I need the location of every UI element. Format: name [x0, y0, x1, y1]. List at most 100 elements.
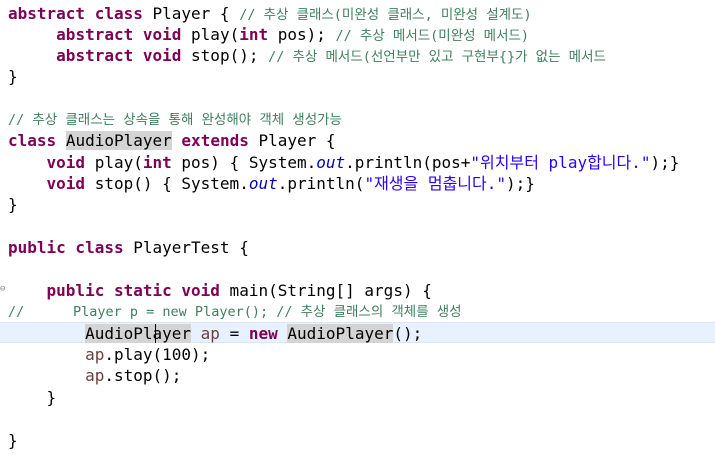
- code-line[interactable]: // Player p = new Player(); // 추상 클래스의 객…: [0, 300, 715, 321]
- code-token: }: [8, 195, 18, 214]
- code-line[interactable]: public class PlayerTest {: [0, 237, 715, 258]
- code-token: PlayerTest {: [123, 238, 249, 257]
- code-comment: // 추상 클래스는 상속을 통해 완성해야 객체 생성가능: [8, 112, 342, 128]
- code-token: .play(100);: [104, 345, 211, 364]
- code-token: Player {: [248, 131, 336, 150]
- code-text: class AudioPlayer extends Player {: [8, 130, 336, 151]
- code-token: =: [219, 324, 249, 343]
- code-editor[interactable]: abstract class Player { // 추상 클래스(미완성 클래…: [0, 0, 715, 467]
- code-token: stop();: [181, 46, 269, 65]
- code-line[interactable]: [0, 87, 715, 108]
- code-text: abstract class Player { // 추상 클래스(미완성 클래…: [8, 3, 532, 26]
- code-line[interactable]: }: [0, 387, 715, 408]
- code-text: ap.play(100);: [8, 344, 210, 365]
- code-line[interactable]: abstract class Player { // 추상 클래스(미완성 클래…: [0, 3, 715, 24]
- current-code-line[interactable]: AudioPlayer ap = new AudioPlayer();: [0, 322, 715, 343]
- code-line[interactable]: [0, 216, 715, 237]
- code-token: out: [316, 153, 346, 172]
- code-token: .println(: [277, 174, 365, 193]
- code-text: AudioPlayer ap = new AudioPlayer();: [8, 323, 422, 344]
- code-comment: // 추상 메서드(미완성 메서드): [335, 28, 530, 44]
- code-token: .println(pos+: [345, 153, 471, 172]
- code-text: abstract void stop(); // 추상 메서드(선언부만 있고 …: [8, 45, 606, 68]
- code-text: public static void main(String[] args) {: [8, 280, 432, 301]
- code-string: "위치부터 play합니다.": [470, 153, 651, 172]
- fold-collapse-icon[interactable]: ⊖: [0, 285, 7, 294]
- code-token: stop() { System.: [85, 174, 249, 193]
- code-text: }: [8, 194, 18, 215]
- code-keyword: class: [8, 131, 57, 150]
- code-token: AudioPlayer: [65, 131, 172, 150]
- code-token: }: [8, 67, 18, 86]
- code-token: AudioPlayer: [287, 324, 394, 343]
- code-text: }: [8, 66, 18, 87]
- code-text: void stop() { System.out.println("재생을 멈춥…: [8, 173, 535, 194]
- code-line[interactable]: void play(int pos) { System.out.println(…: [0, 152, 715, 173]
- code-line[interactable]: }: [0, 194, 715, 215]
- code-text: }: [8, 430, 18, 451]
- code-line[interactable]: }: [0, 430, 715, 451]
- code-comment: // 추상 메서드(선언부만 있고 구현부{}가 없는 메서드: [268, 49, 606, 65]
- code-line[interactable]: class AudioPlayer extends Player {: [0, 130, 715, 151]
- code-keyword: void: [46, 153, 86, 172]
- code-keyword: abstract void: [56, 25, 182, 44]
- code-keyword: int: [142, 153, 172, 172]
- code-line[interactable]: void stop() { System.out.println("재생을 멈춥…: [0, 173, 715, 194]
- code-line[interactable]: [0, 258, 715, 279]
- code-keyword: void: [46, 174, 86, 193]
- code-token: ap: [200, 324, 220, 343]
- code-token: pos);: [268, 25, 336, 44]
- code-text: // Player p = new Player(); // 추상 클래스의 객…: [8, 300, 462, 323]
- code-token: play(: [85, 153, 143, 172]
- code-line[interactable]: ⊖ public static void main(String[] args)…: [0, 280, 715, 301]
- code-keyword: int: [239, 25, 269, 44]
- code-text: void play(int pos) { System.out.println(…: [8, 152, 680, 173]
- code-token: play(: [181, 25, 240, 44]
- code-token: ap: [85, 345, 105, 364]
- code-token: main(String[] args) {: [219, 281, 432, 300]
- code-token: pos) { System.: [171, 153, 317, 172]
- code-line[interactable]: abstract void play(int pos); // 추상 메서드(미…: [0, 24, 715, 45]
- code-line[interactable]: abstract void stop(); // 추상 메서드(선언부만 있고 …: [0, 45, 715, 66]
- code-comment: // 추상 클래스(미완성 클래스, 미완성 설계도): [239, 7, 532, 23]
- code-line[interactable]: ap.play(100);: [0, 344, 715, 365]
- code-keyword: public class: [8, 238, 124, 257]
- code-token: Player {: [142, 4, 240, 23]
- code-text: public class PlayerTest {: [8, 237, 249, 258]
- code-token: .stop();: [104, 366, 182, 385]
- code-keyword: abstract class: [8, 4, 143, 23]
- code-text: ap.stop();: [8, 365, 181, 386]
- code-token: }: [8, 431, 18, 450]
- code-text: // 추상 클래스는 상속을 통해 완성해야 객체 생성가능: [8, 108, 342, 131]
- code-text: }: [8, 387, 57, 408]
- code-keyword: abstract void: [56, 46, 182, 65]
- code-keyword: extends: [181, 131, 249, 150]
- code-token: AudioPlayer: [85, 324, 192, 343]
- text-cursor-icon: [155, 324, 156, 343]
- code-keyword: new: [248, 324, 278, 343]
- code-token: out: [248, 174, 278, 193]
- code-line[interactable]: // 추상 클래스는 상속을 통해 완성해야 객체 생성가능: [0, 108, 715, 129]
- code-string: "재생을 멈춥니다.": [364, 174, 507, 193]
- code-token: ap: [85, 366, 105, 385]
- code-token: ();: [393, 324, 423, 343]
- code-line[interactable]: ap.stop();: [0, 365, 715, 386]
- code-text: abstract void play(int pos); // 추상 메서드(미…: [8, 24, 529, 47]
- code-keyword: public static void: [46, 281, 220, 300]
- code-comment: // Player p = new Player(); // 추상 클래스의 객…: [8, 304, 462, 320]
- code-token: }: [8, 388, 57, 407]
- code-line[interactable]: }: [0, 66, 715, 87]
- code-line[interactable]: [0, 408, 715, 429]
